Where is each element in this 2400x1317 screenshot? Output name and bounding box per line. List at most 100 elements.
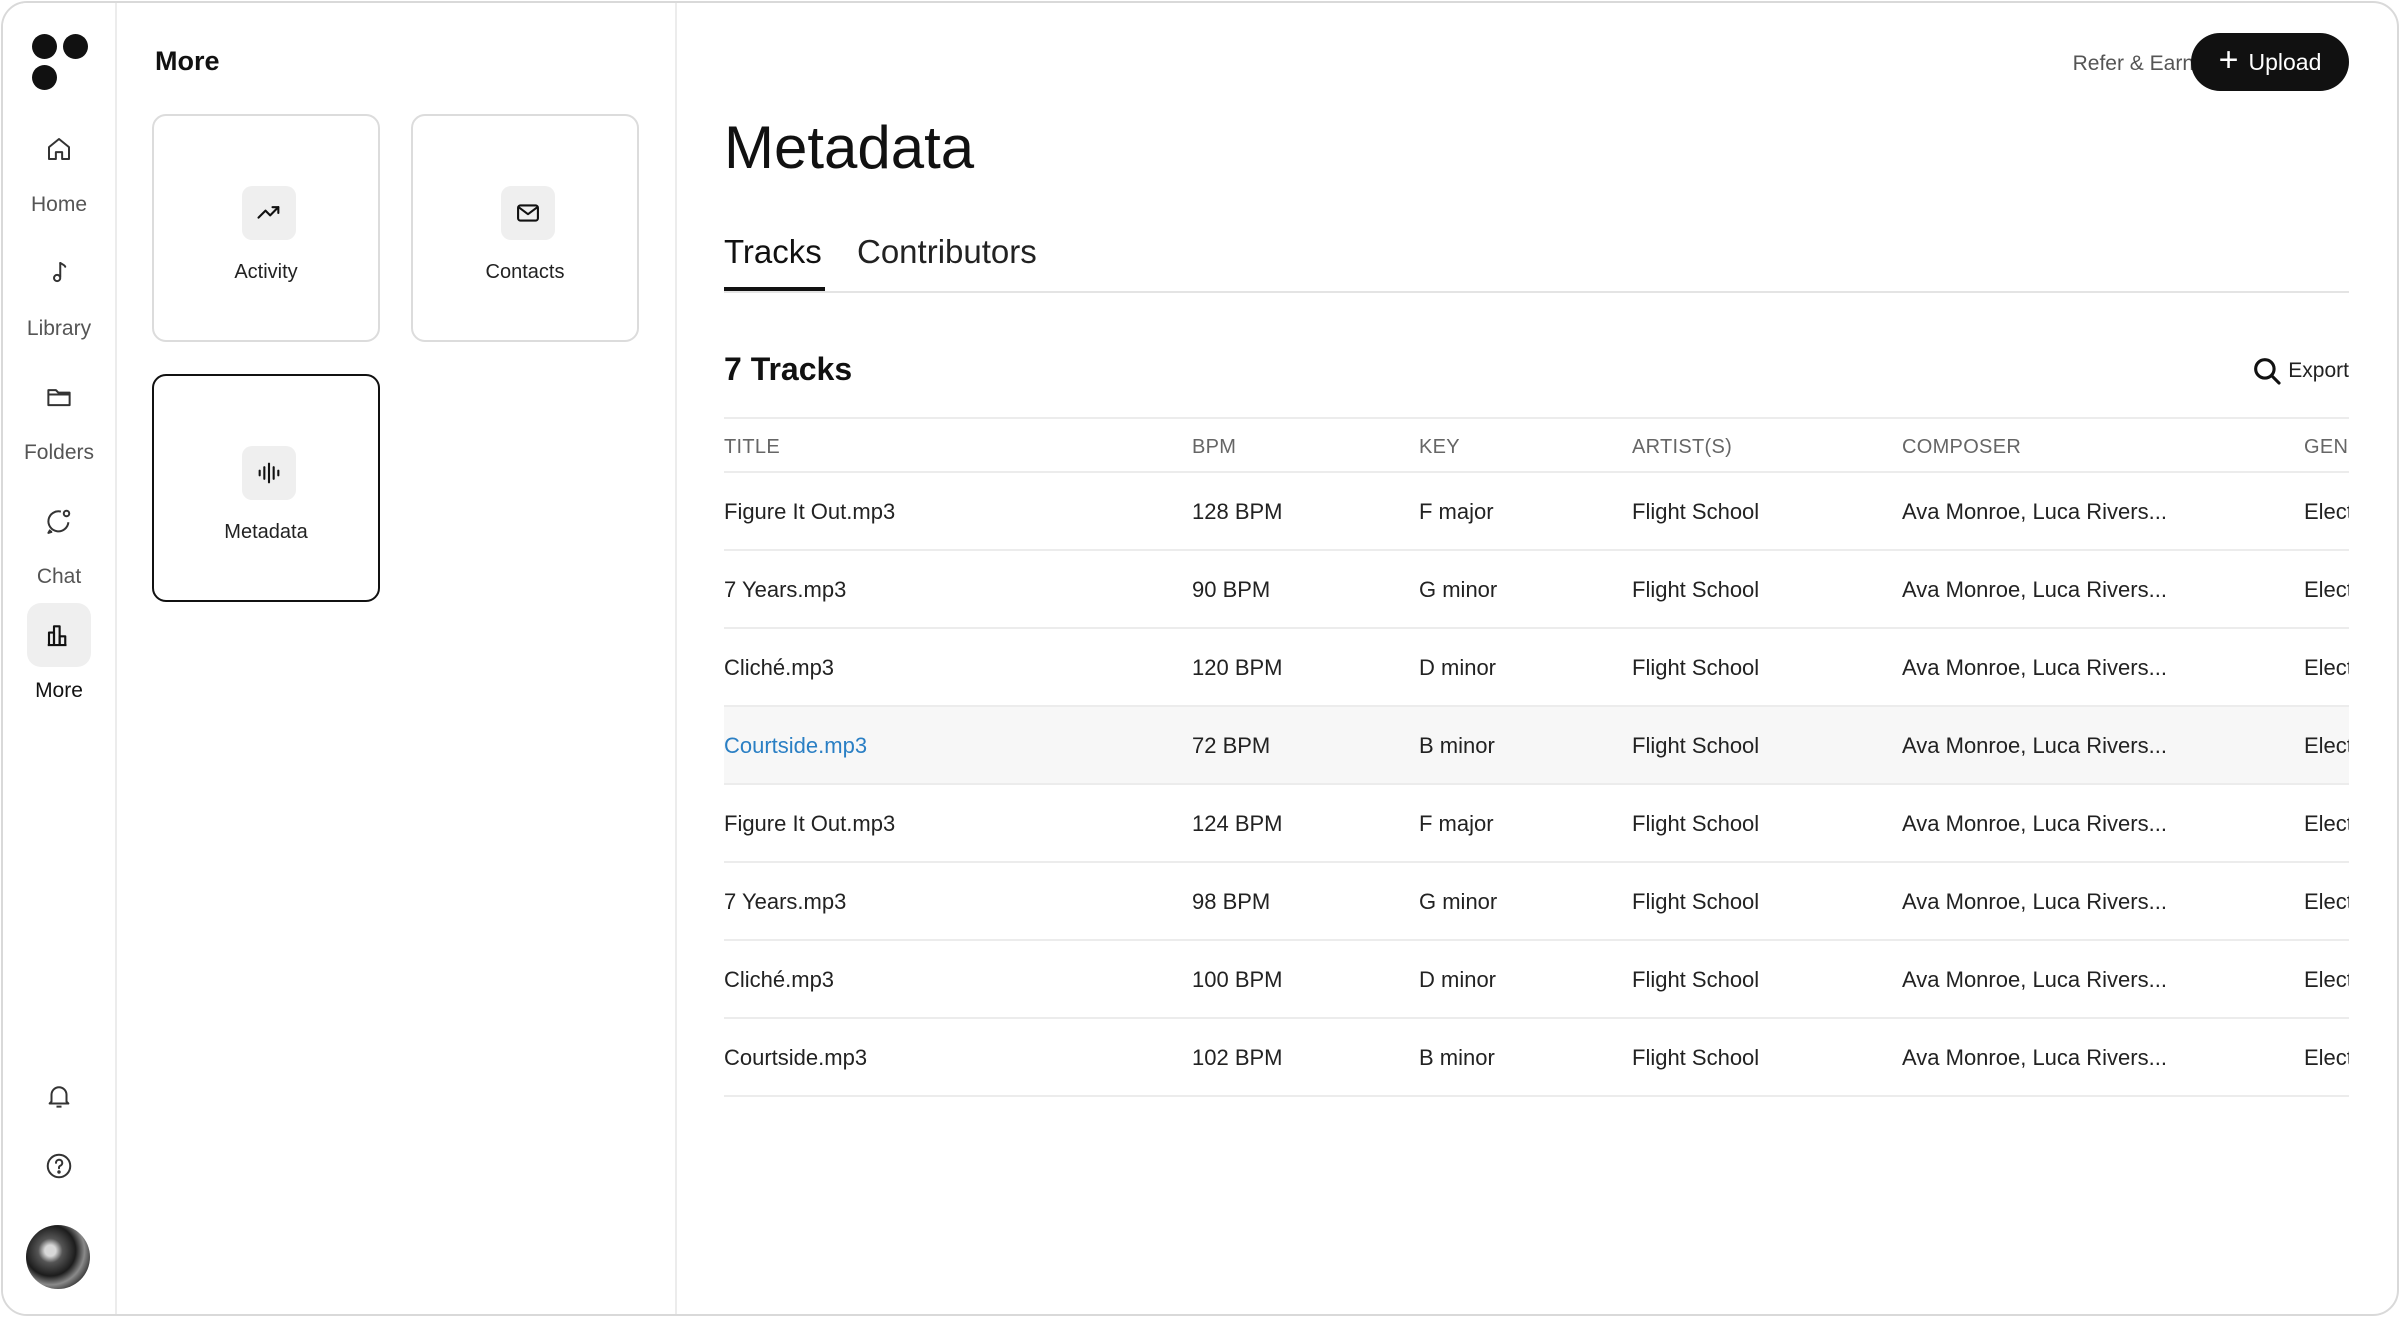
table-row[interactable]: 7 Years.mp3 90 BPM G minor Flight School Ava…: [724, 551, 2349, 629]
plus-icon: +: [2218, 41, 2239, 79]
cell-title[interactable]: 7 Years.mp3: [724, 889, 846, 915]
cell-bpm: 102 BPM: [1192, 1045, 1283, 1070]
nav-label-library: Library: [26, 317, 92, 340]
cell-title[interactable]: Figure It Out.mp3: [724, 499, 895, 525]
nav-item-more[interactable]: More: [3, 603, 115, 703]
nav-item-folders[interactable]: Folders: [3, 365, 115, 465]
cell-bpm: 120 BPM: [1192, 655, 1283, 680]
bar-chart-icon: [27, 603, 91, 667]
refer-earn-link[interactable]: Refer & Earn: [2073, 52, 2194, 76]
cell-title[interactable]: Courtside.mp3: [724, 1045, 867, 1071]
table-body: Figure It Out.mp3 128 BPM F major Flight Sc…: [724, 473, 2349, 1097]
waveform-icon: [242, 446, 296, 500]
cell-composer: Ava Monroe, Luca Rivers...: [1902, 811, 2167, 836]
cell-artist: Flight School: [1632, 811, 1760, 836]
column-header-key[interactable]: KEY: [1419, 436, 1460, 459]
app-window: Home Library Folders Chat More More Acti…: [1, 1, 2399, 1316]
cell-artist: Flight School: [1632, 499, 1760, 524]
cell-key: F major: [1419, 811, 1494, 836]
cell-key: D minor: [1419, 967, 1497, 992]
cell-artist: Flight School: [1632, 1045, 1760, 1070]
tab-bar: Tracks Contributors: [724, 229, 2349, 293]
cell-composer: Ava Monroe, Luca Rivers...: [1902, 967, 2167, 992]
cell-key: F major: [1419, 499, 1494, 524]
card-label-activity: Activity: [234, 261, 298, 283]
active-tab-indicator: [724, 287, 825, 291]
cell-title[interactable]: Figure It Out.mp3: [724, 811, 895, 837]
cell-bpm: 98 BPM: [1192, 889, 1271, 914]
cell-bpm: 90 BPM: [1192, 577, 1271, 602]
bell-icon[interactable]: [27, 1068, 91, 1124]
app-logo[interactable]: [32, 34, 88, 90]
column-header-artists[interactable]: ARTIST(S): [1632, 436, 1732, 459]
upload-button[interactable]: + Upload: [2191, 33, 2349, 91]
track-count: 7 Tracks: [724, 351, 853, 387]
tab-contributors[interactable]: Contributors: [857, 233, 1037, 271]
cell-artist: Flight School: [1632, 577, 1760, 602]
table-row[interactable]: Courtside.mp3 102 BPM B minor Flight School…: [724, 1019, 2349, 1097]
avatar[interactable]: [26, 1225, 90, 1289]
cell-artist: Flight School: [1632, 889, 1760, 914]
table-row[interactable]: Figure It Out.mp3 128 BPM F major Flight Sc…: [724, 473, 2349, 551]
nav-item-library[interactable]: Library: [3, 241, 115, 341]
column-header-genre[interactable]: GENR: [2304, 436, 2349, 459]
music-note-icon: [27, 241, 91, 305]
cell-title[interactable]: Cliché.mp3: [724, 967, 834, 993]
cell-composer: Ava Monroe, Luca Rivers...: [1902, 1045, 2167, 1070]
left-rail: Home Library Folders Chat More: [3, 3, 117, 1314]
cell-bpm: 72 BPM: [1192, 733, 1271, 758]
cell-bpm: 124 BPM: [1192, 811, 1283, 836]
cell-genre: Elect: [2304, 967, 2349, 992]
more-panel: More Activity Contacts Metadata: [117, 3, 677, 1314]
tab-tracks[interactable]: Tracks: [724, 233, 822, 271]
table-row[interactable]: Courtside.mp3 72 BPM B minor Flight School A…: [724, 707, 2349, 785]
cell-composer: Ava Monroe, Luca Rivers...: [1902, 499, 2167, 524]
cell-artist: Flight School: [1632, 733, 1760, 758]
cell-title[interactable]: Cliché.mp3: [724, 655, 834, 681]
card-activity[interactable]: Activity: [152, 114, 380, 342]
search-icon[interactable]: [2250, 354, 2284, 388]
cell-artist: Flight School: [1632, 655, 1760, 680]
cell-composer: Ava Monroe, Luca Rivers...: [1902, 889, 2167, 914]
help-icon[interactable]: [27, 1138, 91, 1194]
nav-item-chat[interactable]: Chat: [3, 489, 115, 589]
chat-icon: [27, 489, 91, 553]
card-contacts[interactable]: Contacts: [411, 114, 639, 342]
home-icon: [27, 117, 91, 181]
cell-genre: Elect: [2304, 655, 2349, 680]
table-row[interactable]: Cliché.mp3 100 BPM D minor Flight School Ava…: [724, 941, 2349, 1019]
cell-title[interactable]: Courtside.mp3: [724, 733, 867, 759]
nav-label-folders: Folders: [23, 441, 95, 464]
cell-artist: Flight School: [1632, 967, 1760, 992]
column-header-bpm[interactable]: BPM: [1192, 436, 1236, 459]
main-content: Refer & Earn + Upload Metadata Tracks Co…: [677, 3, 2397, 1314]
cell-key: G minor: [1419, 577, 1498, 602]
tracks-table: TITLE BPM KEY ARTIST(S) COMPOSER GENR Fi…: [724, 417, 2349, 1097]
mail-icon: [501, 186, 555, 240]
table-row[interactable]: Figure It Out.mp3 124 BPM F major Flight Sc…: [724, 785, 2349, 863]
cell-composer: Ava Monroe, Luca Rivers...: [1902, 655, 2167, 680]
card-label-contacts: Contacts: [485, 261, 565, 283]
export-button[interactable]: Export: [2288, 359, 2349, 383]
cell-bpm: 128 BPM: [1192, 499, 1283, 524]
cell-composer: Ava Monroe, Luca Rivers...: [1902, 733, 2167, 758]
cell-genre: Elect: [2304, 499, 2349, 524]
cell-genre: Elect: [2304, 811, 2349, 836]
cell-composer: Ava Monroe, Luca Rivers...: [1902, 577, 2167, 602]
cell-key: D minor: [1419, 655, 1497, 680]
cell-genre: Elect: [2304, 1045, 2349, 1070]
panel-title: More: [155, 46, 220, 76]
card-metadata[interactable]: Metadata: [152, 374, 380, 602]
nav-label-chat: Chat: [36, 565, 82, 588]
cell-genre: Elect: [2304, 733, 2349, 758]
cell-key: B minor: [1419, 733, 1495, 758]
cell-title[interactable]: 7 Years.mp3: [724, 577, 846, 603]
card-label-metadata: Metadata: [224, 521, 308, 543]
table-row[interactable]: 7 Years.mp3 98 BPM G minor Flight School Ava…: [724, 863, 2349, 941]
nav-label-more: More: [35, 679, 83, 702]
table-row[interactable]: Cliché.mp3 120 BPM D minor Flight School Ava…: [724, 629, 2349, 707]
nav-item-home[interactable]: Home: [3, 117, 115, 217]
column-header-title[interactable]: TITLE: [724, 436, 780, 459]
column-header-composer[interactable]: COMPOSER: [1902, 436, 2021, 459]
upload-button-label: Upload: [2248, 48, 2322, 75]
